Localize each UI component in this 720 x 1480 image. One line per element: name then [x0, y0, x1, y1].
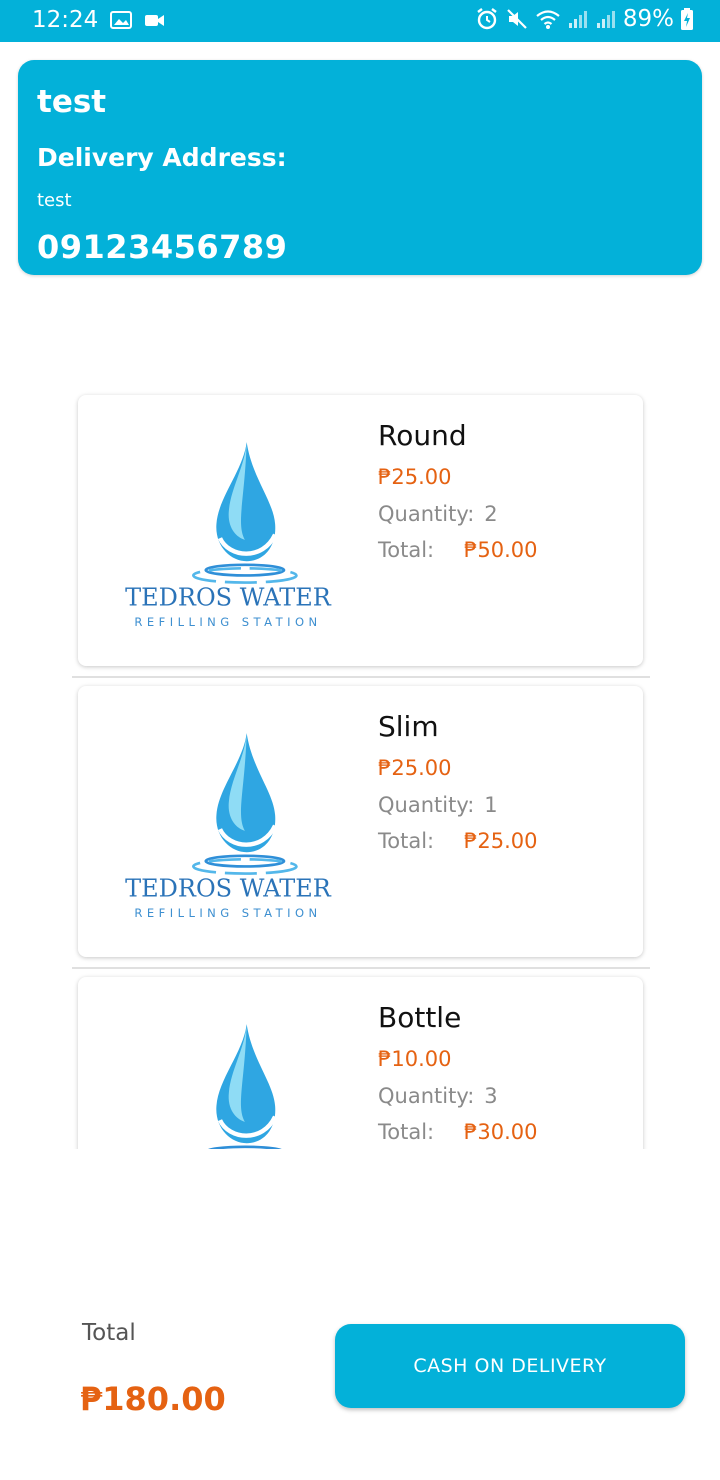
water-drop-icon: TEDROS WATER REFILLING STATION [207, 1024, 282, 1149]
customer-phone: 09123456789 [37, 228, 288, 266]
quantity-row: Quantity: 1 [378, 793, 498, 817]
status-notification-icons [110, 10, 166, 30]
order-items-list[interactable]: TEDROS WATER REFILLING STATION Round ₱25… [0, 385, 720, 1149]
quantity-value: 2 [484, 502, 498, 526]
item-total-label: Total: [378, 1120, 435, 1144]
image-icon [110, 10, 132, 30]
item-total-label: Total: [378, 538, 435, 562]
product-card[interactable]: TEDROS WATER REFILLING STATION Bottle ₱1… [78, 977, 643, 1149]
product-price: ₱25.00 [378, 756, 452, 780]
grand-total-label: Total [82, 1320, 136, 1346]
product-name: Bottle [378, 1001, 462, 1034]
list-item: TEDROS WATER REFILLING STATION Bottle ₱1… [0, 967, 720, 1149]
battery-percentage: 89% [622, 6, 674, 32]
status-time: 12:24 [32, 7, 99, 33]
quantity-row: Quantity: 2 [378, 502, 498, 526]
list-item: TEDROS WATER REFILLING STATION Slim ₱25.… [0, 676, 720, 969]
quantity-label: Quantity: [378, 793, 475, 817]
logo-subtitle: REFILLING STATION [134, 906, 321, 920]
cash-on-delivery-button[interactable]: CASH ON DELIVERY [335, 1324, 685, 1408]
delivery-address: test [37, 190, 72, 211]
logo-subtitle: REFILLING STATION [134, 615, 321, 629]
signal-icon [595, 8, 617, 30]
video-icon [144, 10, 166, 30]
mute-icon [505, 7, 529, 31]
signal-icon [567, 8, 589, 30]
wifi-icon [535, 7, 561, 31]
quantity-value: 1 [484, 793, 498, 817]
status-bar: 12:24 89% [0, 0, 720, 42]
product-price: ₱10.00 [378, 1047, 452, 1071]
quantity-value: 3 [484, 1084, 498, 1108]
quantity-row: Quantity: 3 [378, 1084, 498, 1108]
logo-title: TEDROS WATER [125, 875, 332, 903]
item-total-row: Total: ₱50.00 [378, 538, 537, 562]
item-total-value: ₱25.00 [464, 829, 538, 853]
list-item: TEDROS WATER REFILLING STATION Round ₱25… [0, 385, 720, 678]
battery-icon [680, 7, 694, 31]
item-total-row: Total: ₱30.00 [378, 1120, 537, 1144]
quantity-label: Quantity: [378, 502, 475, 526]
product-price: ₱25.00 [378, 465, 452, 489]
delivery-address-label: Delivery Address: [37, 143, 287, 172]
product-name: Slim [378, 710, 439, 743]
water-drop-icon: TEDROS WATER REFILLING STATION [125, 442, 332, 629]
alarm-icon [475, 7, 499, 31]
customer-info-card: test Delivery Address: test 09123456789 [18, 60, 702, 275]
item-total-label: Total: [378, 829, 435, 853]
item-total-value: ₱30.00 [464, 1120, 538, 1144]
customer-name: test [37, 84, 107, 120]
grand-total-value: ₱180.00 [80, 1380, 226, 1418]
item-total-row: Total: ₱25.00 [378, 829, 537, 853]
product-card[interactable]: TEDROS WATER REFILLING STATION Slim ₱25.… [78, 686, 643, 957]
water-drop-icon: TEDROS WATER REFILLING STATION [125, 733, 332, 920]
status-system-icons: 89% [475, 6, 694, 32]
product-name: Round [378, 419, 467, 452]
quantity-label: Quantity: [378, 1084, 475, 1108]
product-card[interactable]: TEDROS WATER REFILLING STATION Round ₱25… [78, 395, 643, 666]
item-total-value: ₱50.00 [464, 538, 538, 562]
logo-title: TEDROS WATER [125, 584, 332, 612]
